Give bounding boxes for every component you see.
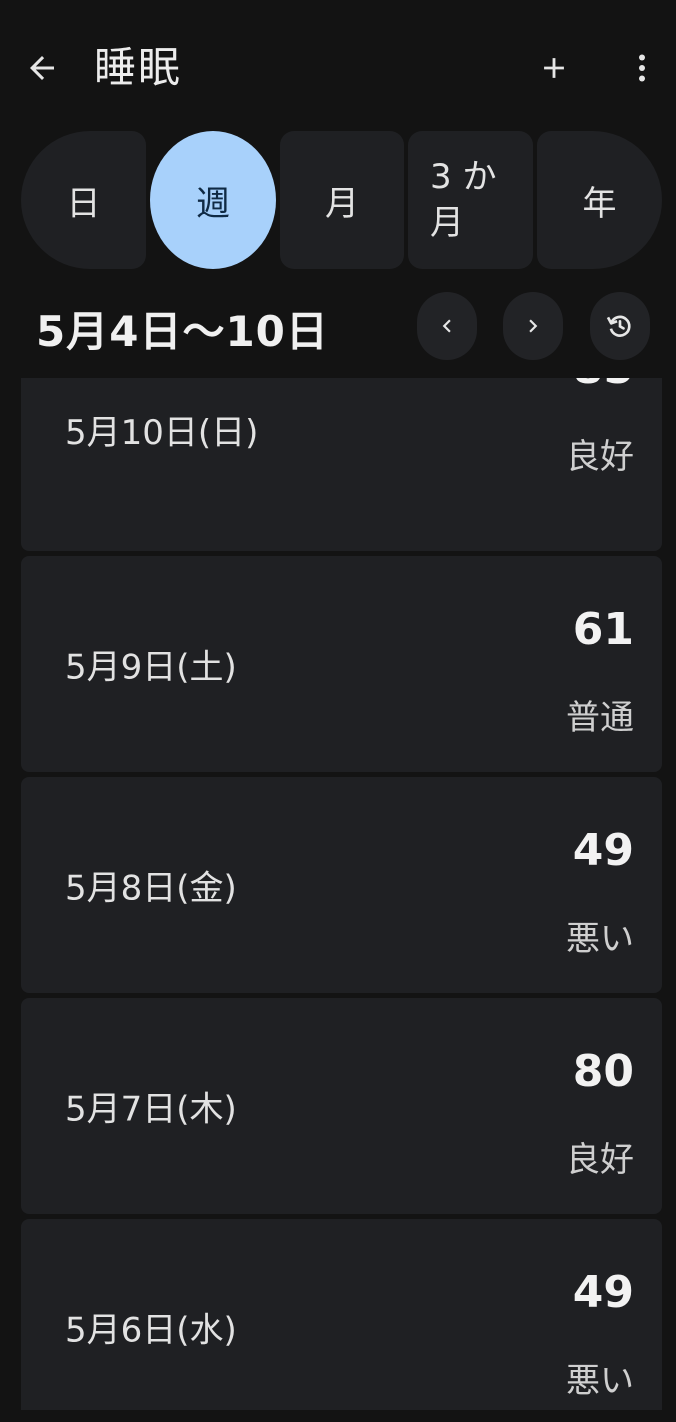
sleep-score: 85 [573,378,634,394]
next-period-button[interactable] [503,292,563,360]
sleep-rating: 普通 [566,698,634,738]
sleep-rating: 良好 [566,437,634,477]
sleep-score: 49 [572,825,634,876]
arrow-back-icon [30,56,54,80]
history-reset-icon [606,315,631,337]
reset-period-button[interactable] [590,292,650,360]
tab-week-label: 週 [196,183,230,224]
chevron-right-icon [529,319,538,333]
daily-sleep-list: 5月10日(日) 85 良好 5月9日(土) 61 普通 5月8日(金) 49 … [21,378,662,1410]
list-item[interactable]: 5月10日(日) 85 良好 [21,378,662,551]
sleep-rating: 悪い [566,1361,634,1401]
day-date: 5月7日(木) [65,1089,237,1130]
list-item[interactable]: 5月8日(金) 49 悪い [21,777,662,993]
back-button[interactable] [18,44,66,92]
tab-year[interactable]: 年 [537,131,662,269]
day-date: 5月10日(日) [65,413,259,453]
period-selector: 日 週 月 3 か 月 年 [21,131,662,269]
previous-period-button[interactable] [417,292,477,360]
tab-three-months-label-line2: 月 [430,203,464,243]
day-date: 5月8日(金) [65,868,237,909]
list-item[interactable]: 5月6日(水) 49 悪い [21,1219,662,1410]
page-title: 睡眠 [94,43,183,92]
tab-month-label: 月 [325,183,359,224]
tab-month[interactable]: 月 [280,131,404,269]
tab-day[interactable]: 日 [21,131,146,269]
tab-three-months-label-line1: 3 か [430,157,497,197]
sleep-score: 49 [572,1267,634,1318]
more-vert-icon [639,54,645,82]
more-options-button[interactable] [618,44,666,92]
list-item[interactable]: 5月9日(土) 61 普通 [21,556,662,772]
sleep-score: 80 [572,1046,634,1097]
tab-day-label: 日 [66,183,101,224]
list-item[interactable]: 5月7日(木) 80 良好 [21,998,662,1214]
add-button[interactable] [530,44,578,92]
plus-icon [544,58,564,78]
tab-week[interactable]: 週 [150,131,276,269]
app-bar: 睡眠 [0,0,676,130]
day-date: 5月9日(土) [65,647,237,688]
tab-three-months[interactable]: 3 か 月 [408,131,533,269]
tab-year-label: 年 [582,183,617,224]
day-date: 5月6日(水) [65,1310,237,1351]
chevron-left-icon [442,319,451,333]
sleep-rating: 良好 [566,1140,634,1180]
date-range-row: 5月4日〜10日 [0,290,676,368]
sleep-score: 61 [572,604,634,655]
date-range-label: 5月4日〜10日 [36,307,329,356]
sleep-rating: 悪い [566,919,634,959]
